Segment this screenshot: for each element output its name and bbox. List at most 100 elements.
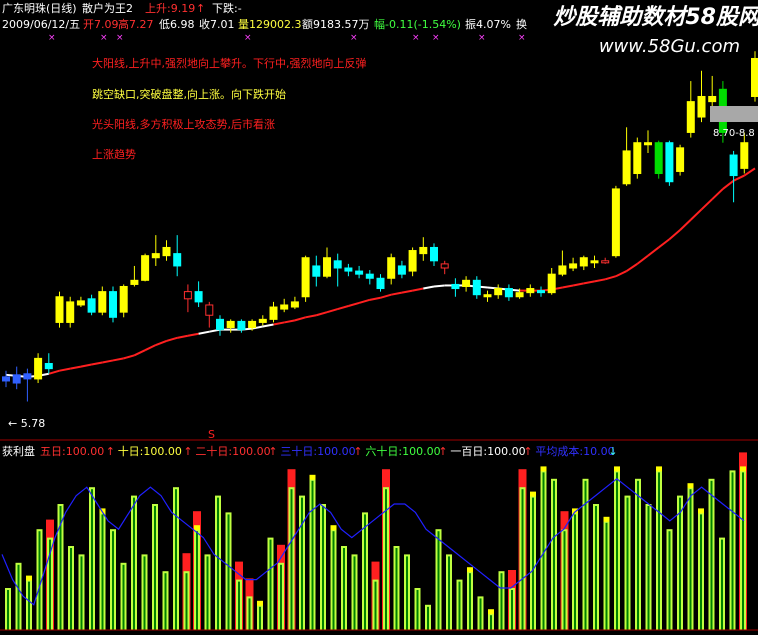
candle xyxy=(569,257,578,272)
low-price-marker: ← 5.78 xyxy=(8,417,45,430)
candle xyxy=(98,286,107,316)
volume: 量129002.3 xyxy=(238,18,302,31)
candle xyxy=(419,237,428,261)
candle xyxy=(547,268,556,295)
profit-bar xyxy=(89,487,95,630)
candle xyxy=(729,150,738,203)
legend-arrow-icon: ↑ xyxy=(353,445,362,458)
profit-bar xyxy=(68,546,74,630)
ma-segment xyxy=(80,363,92,368)
candle xyxy=(451,278,460,297)
candle xyxy=(323,247,331,279)
profit-bar xyxy=(530,491,536,630)
ma-segment xyxy=(572,282,584,287)
ma-segment xyxy=(636,254,649,265)
candle xyxy=(644,130,652,153)
candle xyxy=(151,235,160,266)
profit-bar xyxy=(677,495,683,630)
profit-legend-item: 三十日:100.00 xyxy=(280,444,355,458)
profit-legend-item: 五日:100.00 xyxy=(40,445,104,458)
candle xyxy=(237,319,246,333)
stock-chart: 炒股辅助数材58股网 www.58Gu.com 广东明珠(日线) 散户为王2 上… xyxy=(0,1,758,631)
candle xyxy=(344,263,353,277)
down-label: 下跌:- xyxy=(212,1,242,15)
top-marker: × xyxy=(48,33,56,43)
candle xyxy=(494,284,503,299)
ma-segment xyxy=(391,291,403,296)
profit-bar xyxy=(645,504,652,630)
profit-bar xyxy=(120,562,127,630)
candle xyxy=(12,366,21,390)
ma-segment xyxy=(401,289,413,294)
ma-segment xyxy=(615,270,628,278)
profit-bar xyxy=(152,504,158,630)
annotation-3: 光头阳线,多方积极上攻态势,后市看涨 xyxy=(92,117,275,131)
top-marker: × xyxy=(350,33,358,43)
ma-segment xyxy=(48,369,60,375)
up-label: 上升:9.19 xyxy=(145,2,195,15)
ma-segment xyxy=(284,319,296,324)
ma-segment xyxy=(262,323,274,328)
ma-segment xyxy=(700,198,713,211)
profit-bar xyxy=(351,554,358,630)
ma-segment xyxy=(647,246,660,257)
candle xyxy=(526,284,535,297)
ma-segment xyxy=(91,361,103,366)
candle xyxy=(87,294,96,316)
legend-arrow-icon: ↑ xyxy=(183,445,192,458)
turnover: 换 xyxy=(516,17,527,31)
change: 幅-0.11(-1.54%) xyxy=(374,18,461,31)
ma-segment xyxy=(102,359,114,364)
candle xyxy=(109,286,117,323)
ma-segment xyxy=(187,332,199,337)
candle xyxy=(55,291,64,328)
top-marker: × xyxy=(412,33,420,43)
candle xyxy=(269,301,278,323)
profit-bar xyxy=(572,508,578,630)
profit-bar xyxy=(371,561,380,630)
legend-arrow-icon: ↑ xyxy=(438,445,447,458)
date: 2009/06/12/五 xyxy=(2,18,80,31)
profit-bar xyxy=(698,508,704,630)
candle xyxy=(697,70,706,123)
profit-legend-item: 十日:100.00 xyxy=(118,444,182,458)
profit-bar xyxy=(382,469,390,630)
candle xyxy=(216,315,224,336)
low: 低6.98 xyxy=(159,18,195,31)
candle xyxy=(504,284,513,301)
ma-segment xyxy=(112,357,124,362)
profit-bar xyxy=(739,452,747,630)
candle xyxy=(2,370,10,388)
profit-bar xyxy=(456,579,463,630)
annotation-1: 大阳线,上升中,强烈地向上攀升。下行中,强烈地向上反弹 xyxy=(92,56,367,70)
profit-bar xyxy=(257,600,263,630)
ma-segment xyxy=(326,308,338,314)
ma-segment xyxy=(380,293,392,299)
ma-segment xyxy=(70,365,82,370)
candle xyxy=(483,290,492,302)
annotation-2: 跳空缺口,突破盘整,向上涨。向下跌开始 xyxy=(92,87,286,101)
profit-bar xyxy=(204,554,211,630)
profit-bars xyxy=(5,452,747,630)
candle xyxy=(194,281,203,308)
candles xyxy=(2,51,758,402)
profit-bar xyxy=(708,478,715,630)
candle xyxy=(355,265,364,279)
ma-segment xyxy=(423,285,435,290)
profit-bar xyxy=(656,466,662,630)
candle xyxy=(183,284,192,313)
ma-segment xyxy=(604,275,617,281)
top-markers: × × × × × × × × × xyxy=(48,33,526,43)
annotation-4: 上涨趋势 xyxy=(92,148,136,161)
profit-bar xyxy=(729,470,736,630)
profit-bar xyxy=(551,478,557,630)
candle xyxy=(440,260,449,275)
profit-bar xyxy=(215,495,221,630)
top-marker: × xyxy=(100,33,108,43)
watermark-url: www.58Gu.com xyxy=(599,36,740,57)
profit-bar xyxy=(362,512,368,630)
candle xyxy=(430,243,438,266)
candle xyxy=(23,368,32,402)
candle xyxy=(558,250,567,277)
candle xyxy=(173,235,182,277)
